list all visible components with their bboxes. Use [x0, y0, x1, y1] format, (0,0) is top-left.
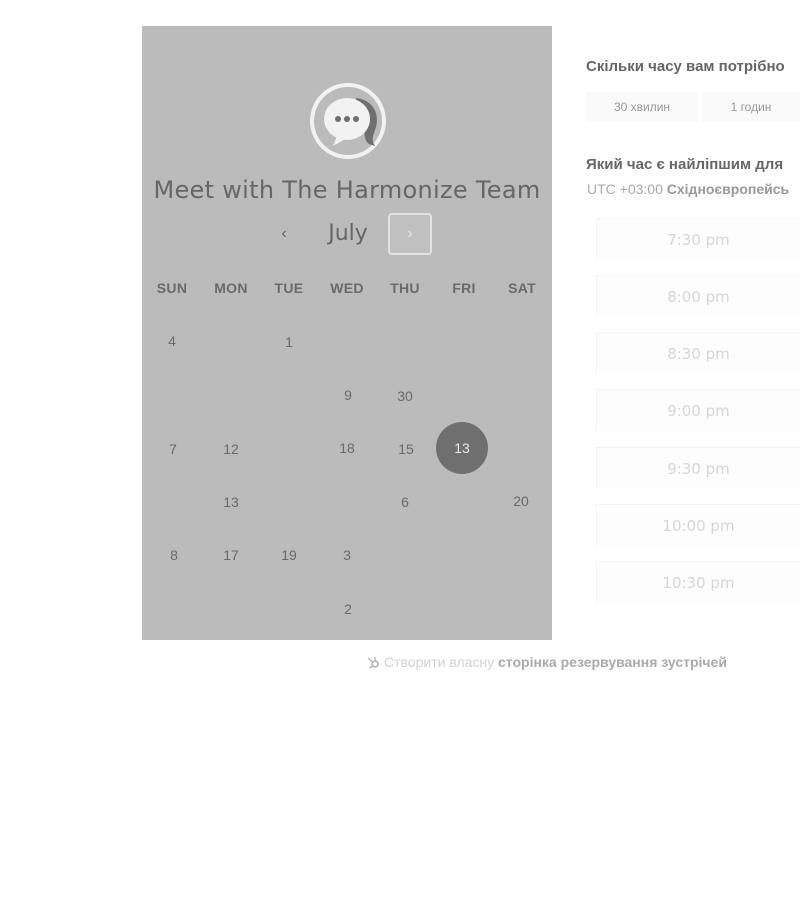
time-slot[interactable]: 9:30 pm — [596, 447, 800, 489]
weekday-fri: FRI — [452, 280, 476, 296]
calendar-day[interactable]: 18 — [321, 422, 373, 474]
calendar-day[interactable]: 9 — [322, 369, 374, 421]
time-question: Який час є найліпшим для — [586, 156, 784, 173]
calendar-day[interactable]: 12 — [205, 423, 257, 475]
weekday-header: SUN MON TUE WED THU FRI SAT — [142, 280, 552, 298]
calendar-day[interactable]: 20 — [495, 475, 547, 527]
timezone-offset: UTC +03:00 — [587, 181, 663, 197]
time-slot[interactable]: 8:30 pm — [596, 332, 800, 374]
calendar-day-selected[interactable]: 13 — [436, 422, 488, 474]
month-navigation: ‹ July › — [142, 213, 552, 255]
duration-question: Скільки часу вам потрібно — [586, 58, 785, 75]
previous-month-button[interactable]: ‹ — [270, 221, 298, 249]
weekday-sat: SAT — [508, 280, 536, 296]
weekday-tue: TUE — [274, 280, 304, 296]
create-booking-page-link[interactable]: Створити власну сторінка резервування зу… — [366, 654, 727, 674]
timezone-name: Східноєвропейсь — [666, 181, 790, 197]
chat-bubble-logo-icon — [310, 83, 386, 159]
calendar-day[interactable]: 8 — [148, 529, 200, 581]
calendar-day[interactable]: 4 — [146, 315, 198, 367]
weekday-wed: WED — [330, 280, 364, 296]
calendar-day[interactable]: 3 — [321, 529, 373, 581]
calendar-day[interactable]: 6 — [379, 476, 431, 528]
time-slot[interactable]: 8:00 pm — [596, 275, 800, 317]
calendar-day[interactable]: 15 — [380, 423, 432, 475]
time-slot[interactable]: 10:00 pm — [596, 504, 800, 546]
weekday-thu: THU — [390, 280, 420, 296]
footer-link-text[interactable]: сторінка резервування зустрічей — [498, 654, 727, 670]
time-slot[interactable]: 10:30 pm — [596, 561, 800, 603]
time-slot[interactable]: 7:30 pm — [596, 218, 800, 260]
timezone-selector[interactable]: UTC +03:00 Східноєвропейсь — [587, 181, 789, 197]
duration-option-30-min[interactable]: 30 хвилин — [586, 92, 698, 122]
calendar-day[interactable]: 2 — [322, 583, 374, 635]
calendar-day[interactable]: 7 — [147, 423, 199, 475]
footer-plain-text: Створити власну — [384, 654, 495, 670]
weekday-mon: MON — [214, 280, 248, 296]
calendar-day[interactable]: 19 — [263, 529, 315, 581]
calendar-day[interactable]: 1 — [263, 316, 315, 368]
month-label: July — [328, 221, 368, 246]
calendar-day[interactable]: 13 — [205, 476, 257, 528]
weekday-sun: SUN — [156, 280, 188, 296]
calendar-panel: Meet with The Harmonize Team ‹ July › SU… — [142, 26, 552, 640]
meeting-title: Meet with The Harmonize Team — [153, 176, 541, 204]
next-month-button[interactable]: › — [388, 213, 432, 255]
hubspot-sprocket-icon — [367, 657, 379, 669]
calendar-day[interactable]: 30 — [379, 370, 431, 422]
duration-option-1-hour[interactable]: 1 годин — [702, 92, 800, 122]
time-slot[interactable]: 9:00 pm — [596, 389, 800, 431]
calendar-day[interactable]: 17 — [205, 529, 257, 581]
